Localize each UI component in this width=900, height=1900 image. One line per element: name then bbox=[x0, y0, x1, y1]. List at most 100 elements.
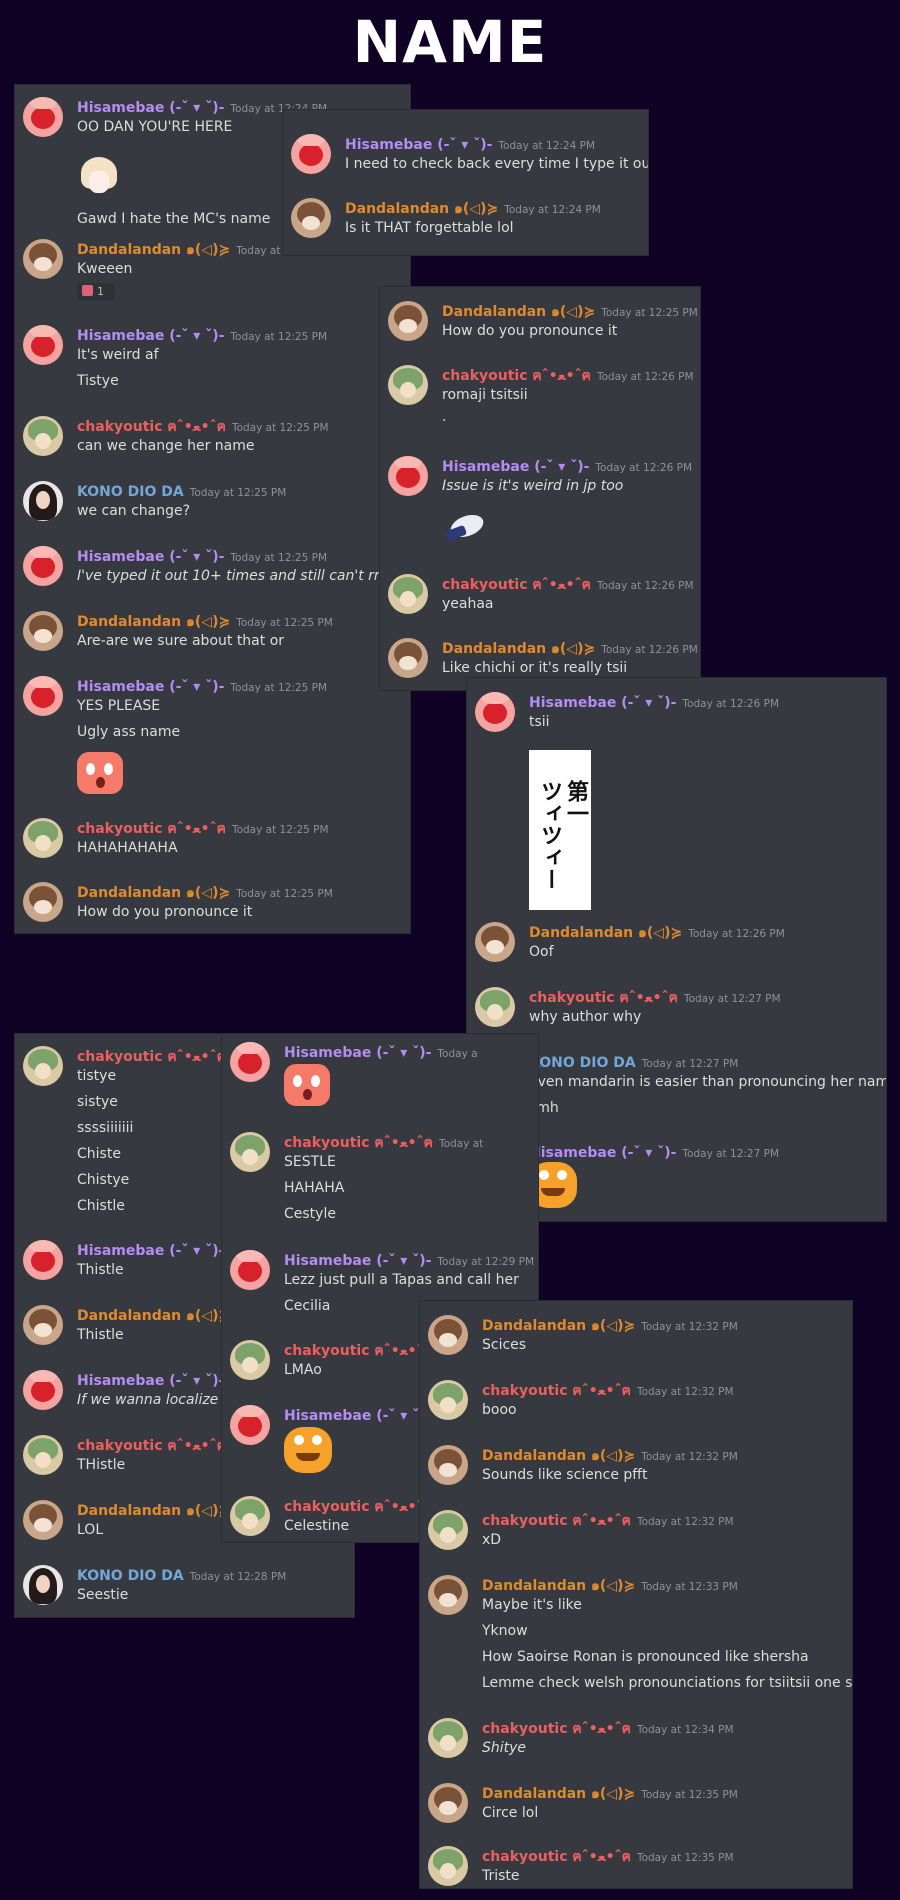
username[interactable]: chakyoutic ฅˆ•ﻌ•ˆฅ bbox=[77, 419, 226, 435]
avatar[interactable] bbox=[230, 1340, 270, 1380]
username[interactable]: chakyoutic ฅˆ•ﻌ•ˆฅ bbox=[77, 1438, 226, 1454]
avatar[interactable] bbox=[475, 692, 515, 732]
avatar[interactable] bbox=[23, 1370, 63, 1410]
username[interactable]: KONO DIO DA bbox=[77, 1568, 184, 1584]
message-text: Thistle bbox=[77, 1262, 124, 1278]
avatar[interactable] bbox=[428, 1445, 468, 1485]
username[interactable]: Dandalandan ๑(◁)≽ bbox=[77, 1308, 230, 1324]
username[interactable]: Hisamebae (-ˇ ▾ ˇ)- bbox=[284, 1253, 431, 1269]
avatar[interactable] bbox=[428, 1718, 468, 1758]
username[interactable]: chakyoutic ฅˆ•ﻌ•ˆฅ bbox=[77, 821, 226, 837]
avatar[interactable] bbox=[230, 1042, 270, 1082]
avatar[interactable] bbox=[23, 818, 63, 858]
avatar[interactable] bbox=[23, 676, 63, 716]
avatar[interactable] bbox=[23, 481, 63, 521]
message-text: Gawd I hate the MC's name bbox=[77, 211, 271, 227]
username[interactable]: chakyoutic ฅˆ•ﻌ•ˆฅ bbox=[442, 368, 591, 384]
avatar[interactable] bbox=[388, 301, 428, 341]
avatar[interactable] bbox=[428, 1510, 468, 1550]
reaction-count: 1 bbox=[97, 285, 104, 298]
avatar[interactable] bbox=[230, 1496, 270, 1536]
username[interactable]: Dandalandan ๑(◁)≽ bbox=[77, 885, 230, 901]
avatar[interactable] bbox=[23, 1305, 63, 1345]
username[interactable]: chakyoutic ฅˆ•ﻌ•ˆฅ bbox=[284, 1499, 433, 1515]
avatar[interactable] bbox=[230, 1132, 270, 1172]
username[interactable]: chakyoutic ฅˆ•ﻌ•ˆฅ bbox=[442, 577, 591, 593]
username[interactable]: Hisamebae (-ˇ ▾ ˇ)- bbox=[77, 100, 224, 116]
avatar[interactable] bbox=[388, 574, 428, 614]
username[interactable]: Dandalandan ๑(◁)≽ bbox=[482, 1448, 635, 1464]
username[interactable]: Dandalandan ๑(◁)≽ bbox=[77, 1503, 230, 1519]
username[interactable]: Dandalandan ๑(◁)≽ bbox=[77, 614, 230, 630]
avatar[interactable] bbox=[23, 1500, 63, 1540]
avatar[interactable] bbox=[23, 97, 63, 137]
message-text: Celestine bbox=[284, 1518, 350, 1534]
avatar[interactable] bbox=[388, 638, 428, 678]
timestamp: Today at 12:27 PM bbox=[683, 993, 781, 1005]
username[interactable]: Hisamebae (-ˇ ▾ ˇ)- bbox=[442, 459, 589, 475]
username[interactable]: Dandalandan ๑(◁)≽ bbox=[77, 242, 230, 258]
username[interactable]: chakyoutic ฅˆ•ﻌ•ˆฅ bbox=[482, 1513, 631, 1529]
avatar[interactable] bbox=[428, 1315, 468, 1355]
avatar[interactable] bbox=[23, 611, 63, 651]
username[interactable]: Hisamebae (-ˇ ▾ ˇ)- bbox=[529, 695, 676, 711]
avatar[interactable] bbox=[230, 1250, 270, 1290]
avatar[interactable] bbox=[23, 1046, 63, 1086]
username[interactable]: Dandalandan ๑(◁)≽ bbox=[482, 1578, 635, 1594]
username[interactable]: Dandalandan ๑(◁)≽ bbox=[482, 1318, 635, 1334]
avatar[interactable] bbox=[230, 1405, 270, 1445]
username[interactable]: Hisamebae (-ˇ ▾ ˇ)- bbox=[77, 328, 224, 344]
avatar[interactable] bbox=[475, 987, 515, 1027]
avatar[interactable] bbox=[428, 1575, 468, 1615]
avatar[interactable] bbox=[23, 882, 63, 922]
message-text: Like chichi or it's really tsii bbox=[442, 660, 628, 676]
avatar[interactable] bbox=[23, 416, 63, 456]
username[interactable]: Dandalandan ๑(◁)≽ bbox=[442, 304, 595, 320]
avatar[interactable] bbox=[23, 1565, 63, 1605]
username[interactable]: KONO DIO DA bbox=[529, 1055, 636, 1071]
username[interactable]: chakyoutic ฅˆ•ﻌ•ˆฅ bbox=[529, 990, 678, 1006]
avatar[interactable] bbox=[428, 1783, 468, 1823]
username[interactable]: chakyoutic ฅˆ•ﻌ•ˆฅ bbox=[284, 1135, 433, 1151]
username[interactable]: chakyoutic ฅˆ•ﻌ•ˆฅ bbox=[482, 1383, 631, 1399]
username[interactable]: Dandalandan ๑(◁)≽ bbox=[529, 925, 682, 941]
username[interactable]: Dandalandan ๑(◁)≽ bbox=[442, 641, 595, 657]
avatar[interactable] bbox=[23, 1240, 63, 1280]
username[interactable]: chakyoutic ฅˆ•ﻌ•ˆฅ bbox=[482, 1849, 631, 1865]
username[interactable]: Hisamebae (-ˇ ▾ ˇ)- bbox=[77, 549, 224, 565]
message-text: Lezz just pull a Tapas and call her bbox=[284, 1272, 519, 1288]
avatar[interactable] bbox=[428, 1846, 468, 1886]
avatar[interactable] bbox=[291, 134, 331, 174]
avatar[interactable] bbox=[23, 325, 63, 365]
avatar[interactable] bbox=[23, 1435, 63, 1475]
username[interactable]: Hisamebae (-ˇ ▾ ˇ)- bbox=[284, 1408, 431, 1424]
avatar[interactable] bbox=[388, 365, 428, 405]
page-title: NAME bbox=[352, 8, 548, 76]
username[interactable]: Hisamebae (-ˇ ▾ ˇ)- bbox=[77, 1243, 224, 1259]
username[interactable]: Dandalandan ๑(◁)≽ bbox=[482, 1786, 635, 1802]
timestamp: Today at 12:35 PM bbox=[641, 1789, 738, 1801]
chat-panel: Dandalandan ๑(◁)≽ Today at 12:25 PM How d… bbox=[380, 287, 700, 690]
avatar[interactable] bbox=[388, 456, 428, 496]
username[interactable]: Hisamebae (-ˇ ▾ ˇ)- bbox=[77, 1373, 224, 1389]
avatar[interactable] bbox=[23, 546, 63, 586]
username[interactable]: Hisamebae (-ˇ ▾ ˇ)- bbox=[284, 1045, 431, 1061]
message-text: romaji tsitsii bbox=[442, 387, 528, 403]
timestamp: Today at 12:33 PM bbox=[641, 1581, 738, 1593]
message-text: Kweeen bbox=[77, 261, 133, 277]
username[interactable]: chakyoutic ฅˆ•ﻌ•ˆฅ bbox=[77, 1049, 226, 1065]
message-text: Shitye bbox=[482, 1740, 527, 1756]
username[interactable]: Hisamebae (-ˇ ▾ ˇ)- bbox=[345, 137, 492, 153]
avatar[interactable] bbox=[428, 1380, 468, 1420]
manga-text: ツィツィー bbox=[537, 780, 562, 890]
avatar[interactable] bbox=[23, 239, 63, 279]
reaction-badge[interactable]: 1 bbox=[77, 283, 115, 301]
username[interactable]: chakyoutic ฅˆ•ﻌ•ˆฅ bbox=[284, 1343, 433, 1359]
username[interactable]: chakyoutic ฅˆ•ﻌ•ˆฅ bbox=[482, 1721, 631, 1737]
username[interactable]: KONO DIO DA bbox=[77, 484, 184, 500]
username[interactable]: Hisamebae (-ˇ ▾ ˇ)- bbox=[77, 679, 224, 695]
username[interactable]: Hisamebae (-ˇ ▾ ˇ)- bbox=[529, 1145, 676, 1161]
avatar[interactable] bbox=[291, 198, 331, 238]
username[interactable]: Dandalandan ๑(◁)≽ bbox=[345, 201, 498, 217]
avatar[interactable] bbox=[475, 922, 515, 962]
